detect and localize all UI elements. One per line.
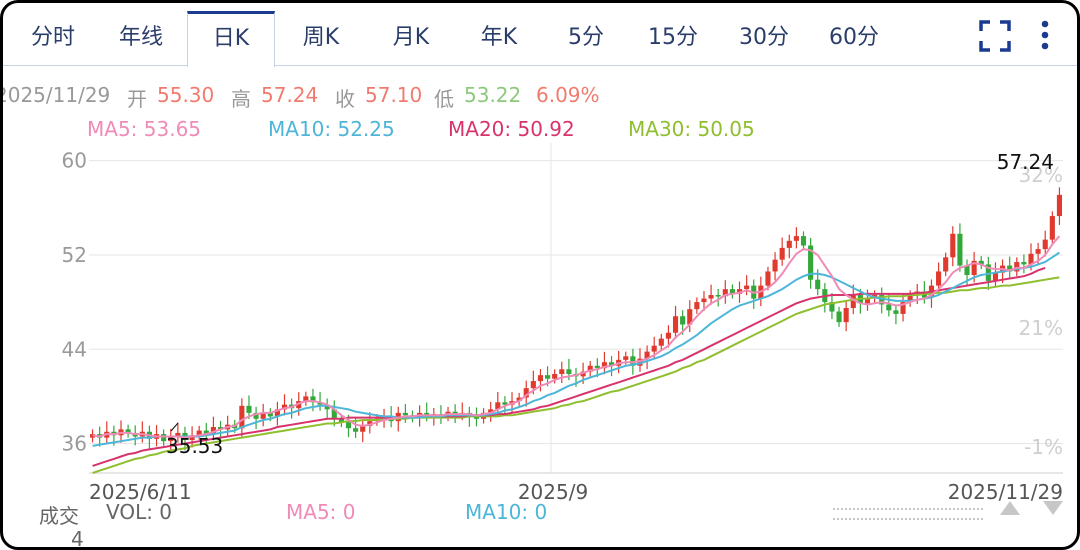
candle [815, 279, 821, 290]
candle [1049, 216, 1055, 240]
candle [559, 369, 565, 374]
candle [715, 295, 721, 297]
candle [836, 311, 842, 323]
candle [672, 316, 679, 333]
pct-tick-label: -1% [1024, 435, 1063, 459]
y-tick-label: 44 [62, 337, 87, 361]
candle [246, 405, 252, 413]
candle [793, 236, 799, 241]
candle [943, 257, 949, 272]
candle [1021, 262, 1027, 265]
candle [623, 356, 629, 360]
candle [843, 308, 849, 323]
volume-title: 成交 [39, 504, 79, 528]
candle [701, 298, 707, 303]
candle [402, 412, 408, 416]
volume-ma10: MA10: 0 [465, 500, 548, 524]
candle [530, 381, 536, 389]
candle [950, 233, 956, 258]
candle [345, 422, 352, 429]
candle [744, 285, 750, 290]
candle [800, 236, 807, 246]
volume-value: VOL: 0 [106, 500, 173, 524]
candle [886, 304, 892, 311]
kline-widget: 分时 年线 日K 周K 月K 年K 5分 15分 30分 60分 2025/11… [0, 0, 1080, 550]
low-annotation-pointer [170, 422, 179, 432]
high-annotation: 57.24 [997, 150, 1054, 174]
volume-axis-value: 4 [71, 527, 84, 550]
candle [765, 271, 771, 286]
candle [1042, 239, 1048, 250]
volume-ma5: MA5: 0 [286, 500, 356, 524]
pct-tick-label: 21% [1019, 316, 1063, 340]
ma5-line [92, 235, 1061, 439]
candle [552, 374, 558, 379]
candle [1035, 249, 1041, 254]
scroll-up-icon[interactable] [1000, 501, 1020, 515]
scroll-track[interactable] [833, 508, 983, 520]
y-tick-label: 36 [62, 432, 87, 456]
candle [566, 369, 572, 374]
candle [353, 428, 359, 432]
candle [779, 247, 785, 260]
low-annotation: 35.53 [166, 434, 223, 458]
scroll-down-icon[interactable] [1043, 501, 1063, 515]
candle [957, 233, 963, 266]
candle [680, 316, 686, 325]
candle [651, 345, 657, 352]
candle [936, 271, 942, 286]
candle [658, 338, 664, 346]
candle [537, 375, 544, 382]
candle [665, 332, 671, 339]
y-tick-label: 60 [62, 149, 87, 173]
candlestick-chart: 6052443632%21%-1%57.2435.532025/6/11 2025… [62, 143, 1063, 504]
y-tick-label: 52 [62, 243, 87, 267]
candle [1056, 194, 1063, 217]
candle [772, 259, 778, 272]
candle [545, 375, 551, 379]
candle [694, 302, 700, 310]
candle [786, 240, 792, 248]
candle [239, 405, 245, 429]
candle [893, 310, 899, 314]
candle [708, 295, 714, 299]
